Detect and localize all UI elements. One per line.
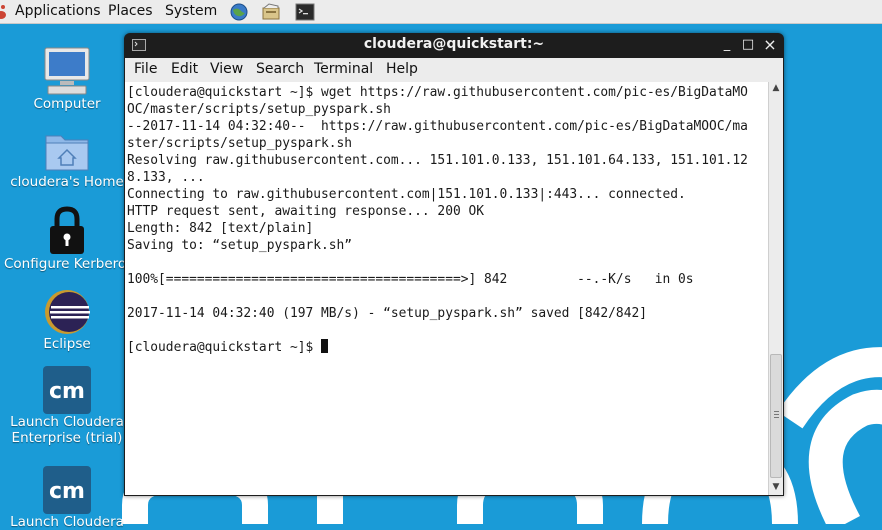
terminal-line: Length: 842 [text/plain] <box>127 221 314 236</box>
scroll-up-arrow-icon[interactable]: ▲ <box>769 82 783 94</box>
terminal-titlebar[interactable]: cloudera@quickstart:~ _ □ × <box>124 33 784 57</box>
terminal-menubar: File Edit View Search Terminal Help <box>125 58 783 82</box>
home-folder-icon <box>45 135 89 171</box>
terminal-icon[interactable] <box>295 2 315 22</box>
desktop-icon-label: Launch Cloudera <box>10 514 124 530</box>
terminal-line: 100%[===================================… <box>127 272 694 287</box>
desktop-icon-label: Enterprise (trial) <box>11 430 123 446</box>
file-manager-icon[interactable] <box>261 2 281 22</box>
cloudera-manager-icon: cm <box>43 466 91 514</box>
terminal-output: [cloudera@quickstart ~]$ wget https://ra… <box>127 84 767 356</box>
desktop-icon-eclipse[interactable]: Eclipse <box>7 288 127 352</box>
terminal-line: HTTP request sent, awaiting response... … <box>127 204 484 219</box>
desktop-icon-computer[interactable]: Computer <box>7 46 127 112</box>
top-panel: Applications Places System <box>0 0 882 24</box>
desktop-icon-launch-cloudera[interactable]: cm Launch Cloudera <box>7 466 127 530</box>
terminal-line: 8.133, ... <box>127 170 205 185</box>
computer-icon <box>44 47 90 95</box>
terminal-line: ster/scripts/setup_pyspark.sh <box>127 136 353 151</box>
lock-icon <box>50 206 84 254</box>
terminal-line: OC/master/scripts/setup_pyspark.sh <box>127 102 391 117</box>
desktop-icon-label: Configure Kerberos <box>4 256 134 272</box>
menu-file[interactable]: File <box>134 61 157 77</box>
system-menu[interactable]: System <box>165 2 217 20</box>
places-menu[interactable]: Places <box>108 2 153 20</box>
desktop-icon-label: Computer <box>33 96 101 112</box>
terminal-output-area[interactable]: [cloudera@quickstart ~]$ wget https://ra… <box>125 82 783 495</box>
minimize-button[interactable]: _ <box>718 36 736 54</box>
terminal-window-title: cloudera@quickstart:~ <box>363 36 545 52</box>
applications-menu[interactable]: Applications <box>15 2 101 20</box>
terminal-scrollbar[interactable]: ▲ ▼ <box>768 82 783 495</box>
terminal-window[interactable]: cloudera@quickstart:~ _ □ × File Edit Vi… <box>124 33 784 496</box>
menu-view[interactable]: View <box>210 61 243 77</box>
terminal-line: Connecting to raw.githubusercontent.com|… <box>127 187 686 202</box>
desktop-icon-label: Launch Cloudera <box>10 414 124 430</box>
close-button[interactable]: × <box>761 36 779 54</box>
scrollbar-thumb[interactable] <box>770 354 782 478</box>
menu-search[interactable]: Search <box>256 61 304 77</box>
menu-edit[interactable]: Edit <box>171 61 198 77</box>
gnome-foot-icon[interactable] <box>0 4 8 20</box>
grip-icon <box>774 411 779 418</box>
svg-text:cm: cm <box>49 479 85 504</box>
desktop-icon-kerberos[interactable]: Configure Kerberos <box>4 206 134 272</box>
terminal-line: Resolving raw.githubusercontent.com... 1… <box>127 153 748 168</box>
desktop-icon-launch-cloudera-enterprise[interactable]: cm Launch Cloudera Enterprise (trial) <box>7 366 127 446</box>
svg-text:cm: cm <box>49 379 85 404</box>
terminal-line: [cloudera@quickstart ~]$ wget https://ra… <box>127 85 748 100</box>
terminal-prompt: [cloudera@quickstart ~]$ <box>127 340 322 355</box>
menu-help[interactable]: Help <box>386 61 418 77</box>
menu-terminal[interactable]: Terminal <box>314 61 373 77</box>
terminal-line: --2017-11-14 04:32:40-- https://raw.gith… <box>127 119 748 134</box>
desktop-icon-home[interactable]: cloudera's Home <box>7 128 127 190</box>
cloudera-manager-icon: cm <box>43 366 91 414</box>
terminal-line: Saving to: “setup_pyspark.sh” <box>127 238 353 253</box>
terminal-line: 2017-11-14 04:32:40 (197 MB/s) - “setup_… <box>127 306 647 321</box>
browser-icon[interactable] <box>229 2 249 22</box>
desktop-icon-label: cloudera's Home <box>10 174 124 190</box>
desktop-icon-label: Eclipse <box>43 336 91 352</box>
maximize-button[interactable]: □ <box>739 36 757 54</box>
eclipse-icon <box>45 290 90 334</box>
text-cursor <box>321 339 329 353</box>
scroll-down-arrow-icon[interactable]: ▼ <box>769 481 783 493</box>
